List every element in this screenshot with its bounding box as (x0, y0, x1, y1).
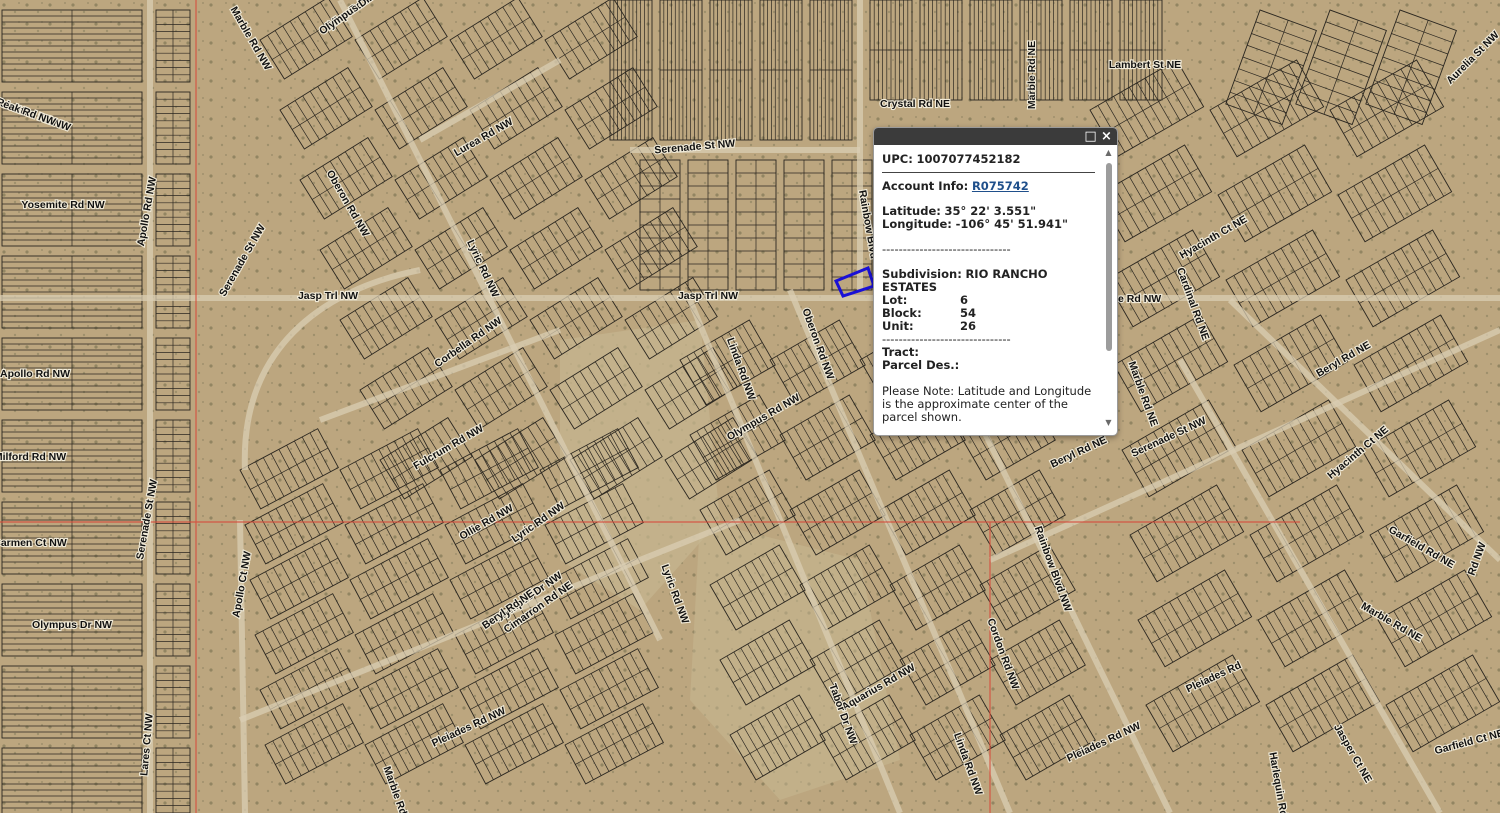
popup-note: Please Note: Latitude and Longitude is t… (882, 384, 1092, 424)
road-label: Carmen Ct NW (0, 537, 67, 549)
subdivision-label: Subdivision: (882, 267, 962, 281)
maximize-icon[interactable]: □ (1083, 129, 1098, 144)
road-label: Marble Rd NE (1026, 41, 1038, 109)
account-link[interactable]: R075742 (972, 179, 1029, 193)
road-label: Crystal Rd NE (880, 98, 950, 110)
account-label: Account Info: (882, 179, 969, 193)
longitude-value: -106° 45' 51.941" (955, 217, 1068, 231)
road-label: Lambert St NE (1109, 59, 1181, 71)
latitude-value: 35° 22' 3.551" (944, 204, 1037, 218)
parcel-info-popup: □ × UPC: 1007077452182 Account Info: R07… (873, 127, 1118, 436)
road-label: Yosemite Rd NW (21, 199, 104, 211)
upc-label: UPC: (882, 152, 913, 166)
popup-titlebar: □ × (874, 128, 1117, 145)
scroll-down-icon[interactable]: ▼ (1103, 417, 1114, 429)
road-label: Milford Rd NW (0, 451, 66, 463)
divider (882, 172, 1095, 173)
scroll-thumb[interactable] (1106, 163, 1112, 351)
parcel-des-label: Parcel Des.: (882, 358, 960, 372)
road-label: Apollo Rd NW (0, 368, 70, 380)
upc-value: 1007077452182 (916, 152, 1021, 166)
longitude-label: Longitude: (882, 217, 952, 231)
road-label: Jasp Trl NW (678, 290, 738, 302)
latitude-label: Latitude: (882, 204, 941, 218)
road-label: Jasp Trl NW (298, 290, 358, 302)
dash-divider: ------------------------------- (882, 242, 1011, 256)
close-icon[interactable]: × (1099, 129, 1114, 144)
scroll-up-icon[interactable]: ▲ (1103, 147, 1114, 159)
popup-scrollbar[interactable]: ▲ ▼ (1103, 147, 1114, 435)
road-label: Olympus Dr NW (32, 619, 112, 631)
popup-content: UPC: 1007077452182 Account Info: R075742… (882, 153, 1096, 424)
parcel-map[interactable]: Alice Rd NWRanchettes Rd NWSerenade St N… (0, 0, 1500, 813)
